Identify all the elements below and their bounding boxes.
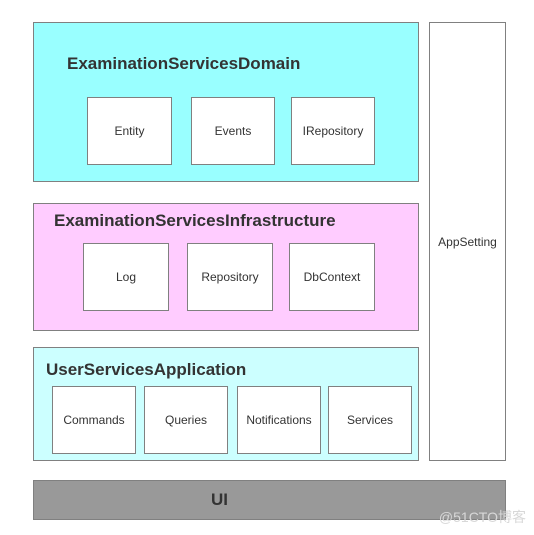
infrastructure-item-log: Log: [83, 243, 169, 311]
ui-label: UI: [211, 490, 228, 509]
ui-layer: UI: [33, 480, 506, 520]
infrastructure-item-dbcontext: DbContext: [289, 243, 375, 311]
application-item-commands: Commands: [52, 386, 136, 454]
application-item-services: Services: [328, 386, 412, 454]
application-item-notifications: Notifications: [237, 386, 321, 454]
appsetting-layer: AppSetting: [429, 22, 506, 461]
application-title: UserServicesApplication: [46, 360, 247, 379]
watermark: @51CTO博客: [438, 509, 526, 525]
domain-item-entity: Entity: [87, 97, 172, 165]
domain-layer: ExaminationServicesDomain Entity Events …: [33, 22, 419, 182]
domain-title: ExaminationServicesDomain: [67, 54, 301, 73]
architecture-diagram: ExaminationServicesDomain Entity Events …: [0, 0, 534, 535]
domain-item-irepository: IRepository: [291, 97, 375, 165]
appsetting-label: AppSetting: [438, 235, 497, 249]
application-layer: UserServicesApplication Commands Queries…: [33, 347, 419, 461]
infrastructure-item-repository: Repository: [187, 243, 273, 311]
infrastructure-layer: ExaminationServicesInfrastructure Log Re…: [33, 203, 419, 331]
domain-item-events: Events: [191, 97, 275, 165]
application-item-queries: Queries: [144, 386, 228, 454]
infrastructure-title: ExaminationServicesInfrastructure: [54, 211, 336, 230]
